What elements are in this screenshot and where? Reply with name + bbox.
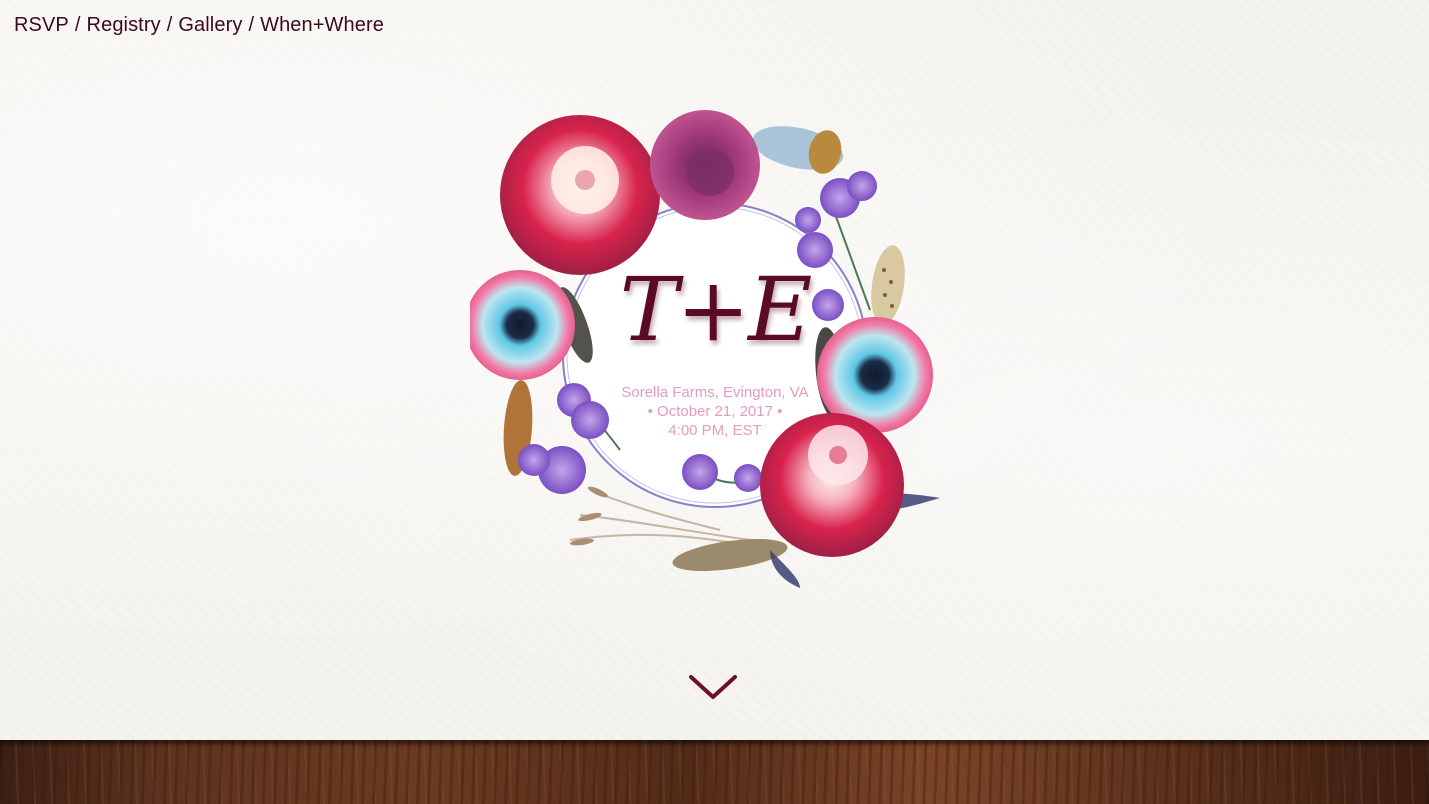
event-date: • October 21, 2017 • <box>647 403 783 420</box>
nav-rsvp-link[interactable]: RSVP <box>14 14 69 36</box>
nav-separator: / <box>74 14 81 36</box>
nav-when-where-link[interactable]: When+Where <box>260 14 384 36</box>
nav-gallery-link[interactable]: Gallery <box>178 14 242 36</box>
wood-section-background <box>0 740 1429 804</box>
top-nav: RSVP / Registry / Gallery / When+Where <box>14 14 384 37</box>
event-venue: Sorella Farms, Evington, VA <box>621 384 809 401</box>
couple-monogram: T+E <box>619 258 813 361</box>
chevron-down-icon[interactable] <box>687 670 739 704</box>
nav-separator: / <box>166 14 173 36</box>
event-time: 4:00 PM, EST <box>668 422 762 439</box>
event-details: Sorella Farms, Evington, VA • October 21… <box>580 383 850 440</box>
nav-registry-link[interactable]: Registry <box>87 14 161 36</box>
nav-separator: / <box>248 14 255 36</box>
